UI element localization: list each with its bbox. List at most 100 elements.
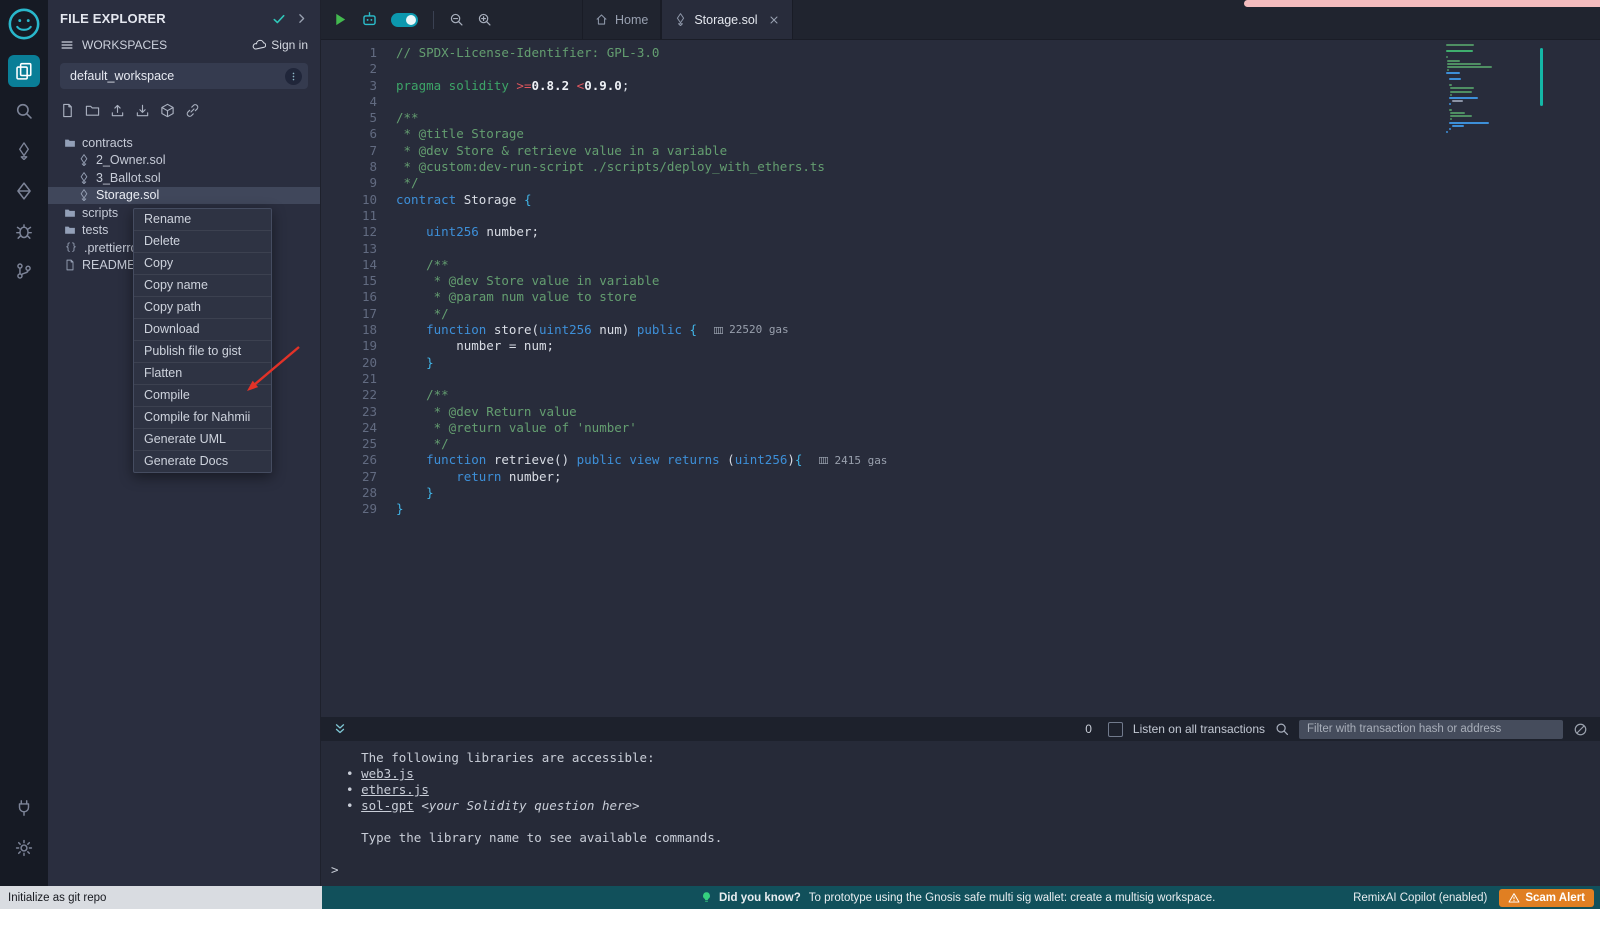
code-line: 28 } [321, 485, 887, 501]
page-bottom-gap [0, 909, 1600, 928]
file-item-2-owner-sol[interactable]: 2_Owner.sol [48, 152, 320, 170]
activity-file-explorer[interactable] [8, 55, 40, 87]
editor-scrollbar-thumb[interactable] [1540, 48, 1543, 106]
remix-logo-icon[interactable] [7, 7, 41, 41]
code-editor[interactable]: 1// SPDX-License-Identifier: GPL-3.023pr… [321, 40, 1600, 717]
debugger-icon [15, 222, 33, 240]
context-item-compile[interactable]: Compile [134, 385, 271, 407]
line-number: 29 [321, 501, 396, 517]
context-item-copy-name[interactable]: Copy name [134, 275, 271, 297]
clear-console-icon[interactable] [1573, 722, 1588, 737]
activity-deploy-run[interactable] [8, 175, 40, 207]
tab-storage-sol[interactable]: Storage.sol [661, 0, 792, 39]
activity-solidity-compiler[interactable] [8, 135, 40, 167]
line-number: 20 [321, 355, 396, 371]
activity-settings[interactable] [8, 832, 40, 864]
transaction-filter-input[interactable] [1299, 720, 1563, 739]
workspaces-row: WORKSPACES Sign in [48, 32, 320, 56]
line-number: 18 [321, 322, 396, 338]
ai-copilot-icon[interactable] [361, 11, 378, 28]
scam-alert-button[interactable]: Scam Alert [1499, 889, 1594, 907]
line-number: 19 [321, 338, 396, 354]
terminal-line: • ethers.js [331, 782, 1600, 798]
activity-debugger[interactable] [8, 215, 40, 247]
line-number: 15 [321, 273, 396, 289]
file-context-menu: RenameDeleteCopyCopy nameCopy pathDownlo… [133, 208, 272, 473]
git-init-button[interactable]: Initialize as git repo [0, 886, 322, 909]
activity-plugin-manager[interactable] [8, 792, 40, 824]
terminal-search-icon[interactable] [1275, 722, 1289, 736]
code-line: 20 } [321, 355, 887, 371]
listen-all-transactions-checkbox[interactable] [1108, 722, 1123, 737]
file-explorer-icon [15, 62, 33, 80]
line-number: 10 [321, 192, 396, 208]
activity-git[interactable] [8, 255, 40, 287]
context-item-rename[interactable]: Rename [134, 209, 271, 231]
context-item-copy-path[interactable]: Copy path [134, 297, 271, 319]
context-item-generate-uml[interactable]: Generate UML [134, 429, 271, 451]
tab-home[interactable]: Home [582, 0, 661, 39]
create-folder-icon[interactable] [85, 103, 100, 118]
upload-file-icon[interactable] [110, 103, 125, 118]
status-bar-main: Did you know? To prototype using the Gno… [322, 886, 1600, 909]
chevron-right-icon[interactable] [295, 12, 308, 25]
file-item-contracts[interactable]: contracts [48, 134, 320, 152]
run-script-icon[interactable] [333, 12, 348, 27]
toolbar-separator [433, 11, 434, 29]
did-you-know-tip: Did you know? To prototype using the Gno… [700, 891, 1215, 904]
context-item-flatten[interactable]: Flatten [134, 363, 271, 385]
context-item-delete[interactable]: Delete [134, 231, 271, 253]
code-line: 25 */ [321, 436, 887, 452]
terminal-output[interactable]: The following libraries are accessible: … [321, 741, 1600, 886]
workspace-options-button[interactable] [285, 68, 302, 85]
upload-folder-icon[interactable] [135, 103, 150, 118]
file-item-3-ballot-sol[interactable]: 3_Ballot.sol [48, 169, 320, 187]
accept-check-icon[interactable] [272, 12, 286, 26]
file-item-storage-sol[interactable]: Storage.sol [48, 187, 320, 205]
code-line: 2 [321, 61, 887, 77]
context-item-publish-file-to-gist[interactable]: Publish file to gist [134, 341, 271, 363]
file-label: contracts [82, 136, 133, 150]
code-line: 22 /** [321, 387, 887, 403]
code-line: 4 [321, 94, 887, 110]
copilot-toggle[interactable] [391, 13, 418, 27]
code-line: 15 * @dev Store value in variable [321, 273, 887, 289]
terminal-link[interactable]: sol-gpt [361, 798, 414, 813]
git-icon [15, 262, 33, 280]
terminal-expand-icon[interactable] [333, 722, 347, 736]
zoom-in-icon[interactable] [477, 12, 492, 27]
editor-toolbar-icons [321, 0, 504, 39]
gas-estimate-badge: 2415 gas [818, 453, 887, 469]
code-line: 16 * @param num value to store [321, 289, 887, 305]
publish-ipfs-icon[interactable] [160, 103, 175, 118]
context-item-download[interactable]: Download [134, 319, 271, 341]
terminal-line: > [331, 862, 1600, 878]
context-item-copy[interactable]: Copy [134, 253, 271, 275]
close-tab-icon[interactable] [768, 14, 780, 26]
publish-gist-icon[interactable] [185, 103, 200, 118]
line-number: 22 [321, 387, 396, 403]
workspace-selected-value: default_workspace [70, 69, 174, 83]
line-number: 5 [321, 110, 396, 126]
terminal-link[interactable]: ethers.js [361, 782, 429, 797]
code-line: 14 /** [321, 257, 887, 273]
context-item-compile-for-nahmii[interactable]: Compile for Nahmii [134, 407, 271, 429]
zoom-out-icon[interactable] [449, 12, 464, 27]
tip-prefix: Did you know? [719, 892, 801, 904]
activity-bar-top [8, 55, 40, 295]
terminal-link[interactable]: web3.js [361, 766, 414, 781]
workspaces-menu-icon[interactable] [60, 38, 74, 52]
tip-text: To prototype using the Gnosis safe multi… [809, 892, 1216, 904]
sign-in-button[interactable]: Sign in [252, 38, 308, 52]
create-file-icon[interactable] [60, 103, 75, 118]
line-number: 12 [321, 224, 396, 240]
code-line: 23 * @dev Return value [321, 404, 887, 420]
activity-search[interactable] [8, 95, 40, 127]
minimap[interactable] [1446, 44, 1516, 164]
line-number: 7 [321, 143, 396, 159]
line-number: 14 [321, 257, 396, 273]
context-item-generate-docs[interactable]: Generate Docs [134, 451, 271, 472]
code-line: 6 * @title Storage [321, 126, 887, 142]
search-icon [15, 102, 33, 120]
workspace-select[interactable]: default_workspace [60, 63, 308, 89]
